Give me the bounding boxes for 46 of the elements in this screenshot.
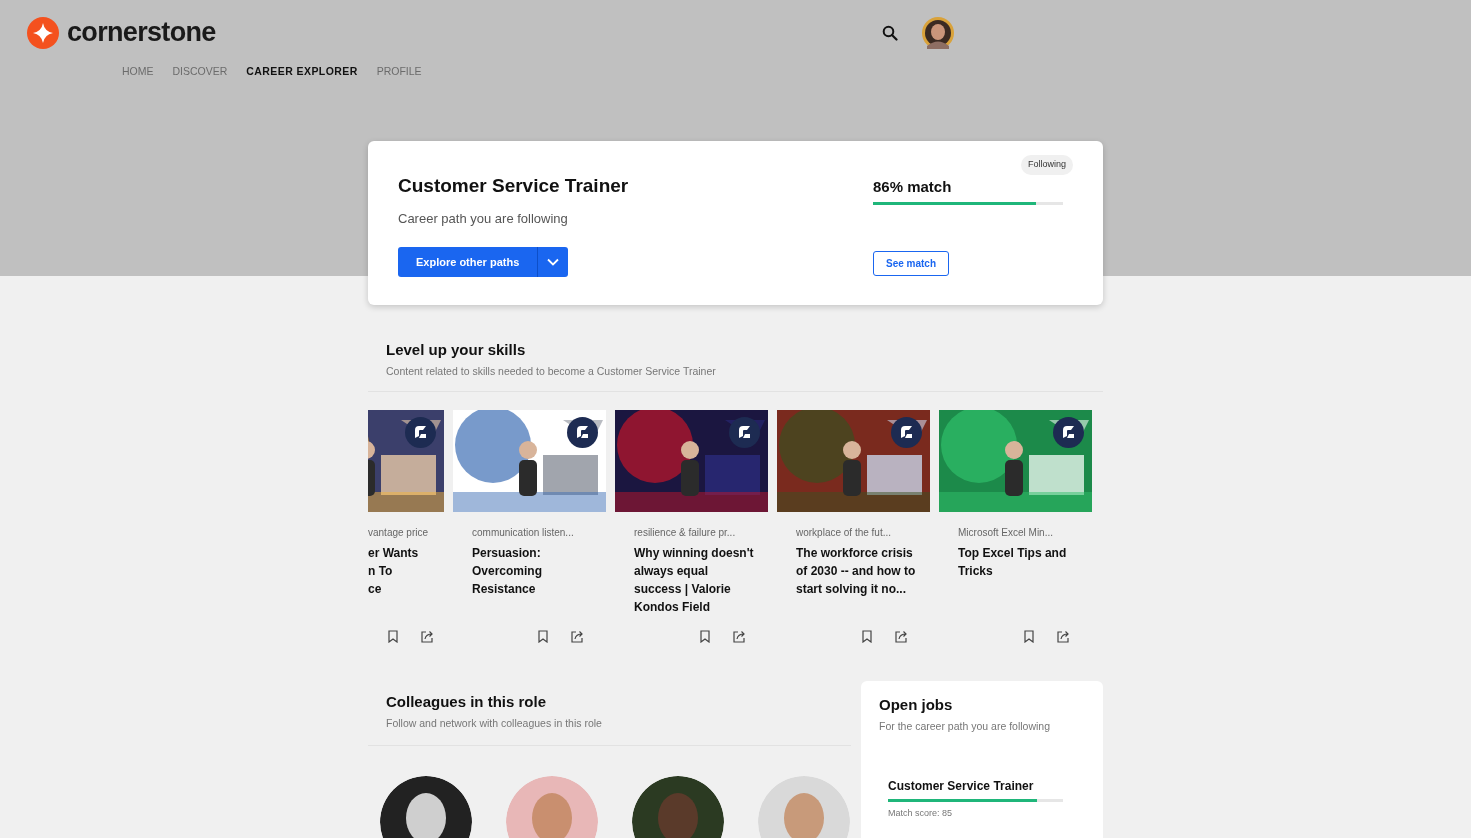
job-title[interactable]: Customer Service Trainer [888,776,1103,795]
panel-subtitle: For the career path you are following [879,718,1051,734]
content-title[interactable]: Persuasion: Overcoming Resistance [472,544,594,631]
provider-logo-icon [891,417,922,449]
content-category: resilience & failure pr... [634,526,737,541]
content-title[interactable]: Top Excel Tips and Tricks [958,544,1080,631]
provider-logo-icon [405,417,436,449]
section-title: Level up your skills [386,340,527,360]
share-icon[interactable] [733,630,746,644]
share-icon[interactable] [895,630,908,644]
section-subtitle: Follow and network with colleagues in this role [386,715,603,731]
share-icon[interactable] [1057,630,1070,644]
section-subtitle: Content related to skills needed to become a Customer Service Trainer [386,363,717,379]
bookmark-icon[interactable] [861,630,873,644]
match-score: Match score: 85 [888,806,954,820]
share-icon[interactable] [421,630,434,644]
content-category: vantage price [368,526,430,541]
content-category: workplace of the fut... [796,526,893,541]
provider-logo-icon [729,417,760,449]
provider-logo-icon [567,417,598,449]
section-title: Colleagues in this role [386,692,548,713]
nav-tab[interactable]: CAREER EXPLORER [246,64,358,80]
content-title[interactable]: er Wants n To ce [368,544,444,631]
bookmark-icon[interactable] [387,630,399,644]
content-category: Microsoft Excel Min... [958,526,1055,541]
user-avatar[interactable] [922,16,954,49]
logo-icon [27,16,59,49]
bookmark-icon[interactable] [1023,630,1035,644]
dropdown-button[interactable] [537,247,569,277]
bookmark-icon[interactable] [537,630,549,644]
explore-button[interactable]: Explore other paths [398,247,538,277]
career-subtitle: Career path you are following [398,209,569,228]
search-icon[interactable] [882,24,898,41]
provider-logo-icon [1053,417,1084,449]
career-title: Customer Service Trainer [398,174,629,198]
content-title[interactable]: Why winning doesn't always equal success | Valorie Kondos Field [634,544,756,631]
see-match-button[interactable]: See match [873,251,950,276]
following-badge: Following [1020,155,1073,175]
bookmark-icon[interactable] [699,630,711,644]
brand-name: cornerstone [67,19,216,46]
match-label: 86% match [873,176,952,197]
content-category: communication listen... [472,526,575,541]
chevron-down-icon [547,258,560,266]
share-icon[interactable] [571,630,584,644]
content-title[interactable]: The workforce crisis of 2030 -- and how to start solving it no... [796,544,918,631]
panel-title: Open jobs [879,695,954,716]
